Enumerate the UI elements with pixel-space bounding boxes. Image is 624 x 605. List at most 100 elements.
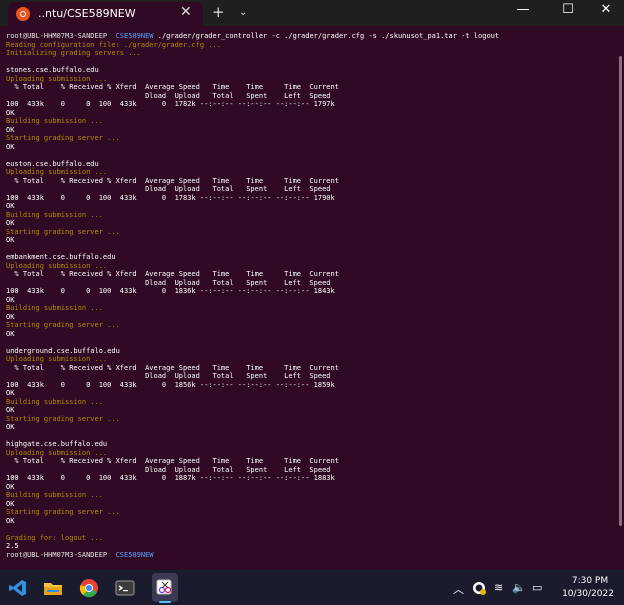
terminal-text: 100 433k 0 0 100 433k 0 1887k --:--:-- -… (6, 474, 335, 482)
active-app-indicator (159, 601, 171, 603)
terminal-line: underground.cse.buffalo.edu (6, 347, 499, 356)
terminal-text: Dload Upload Total Spent Left Speed (6, 465, 331, 474)
terminal-text: OK (6, 423, 15, 431)
terminal-text: Building submission ... (6, 304, 103, 312)
terminal-line: root@UBL-HHM07M3-SANDEEP CSE589NEW ./gra… (6, 32, 499, 41)
terminal-text: euston.cse.buffalo.edu (6, 159, 99, 168)
terminal-text: highgate.cse.buffalo.edu (6, 440, 108, 448)
terminal-text: OK (6, 389, 15, 397)
terminal-line: Starting grading server ... (6, 415, 499, 424)
terminal-text: % Total % Received % Xferd Average Speed… (6, 363, 339, 372)
terminal-line: Dload Upload Total Spent Left Speed (6, 372, 499, 381)
terminal-line: Dload Upload Total Spent Left Speed (6, 279, 499, 288)
terminal-line: Reading configuration file: ./grader/gra… (6, 41, 499, 50)
terminal-text: stones.cse.buffalo.edu (6, 66, 99, 74)
terminal-line: Uploading submission ... (6, 449, 499, 458)
file-explorer-icon[interactable] (43, 578, 63, 598)
terminal-line: 100 433k 0 0 100 433k 0 1887k --:--:-- -… (6, 474, 499, 483)
terminal-line: OK (6, 500, 499, 509)
terminal-text: CSE589NEW (107, 550, 154, 559)
terminal-text: OK (6, 329, 15, 338)
terminal-output[interactable]: root@UBL-HHM07M3-SANDEEP CSE589NEW ./gra… (0, 26, 624, 570)
terminal-line: % Total % Received % Xferd Average Speed… (6, 457, 499, 466)
terminal-lines: root@UBL-HHM07M3-SANDEEP CSE589NEW ./gra… (6, 32, 499, 559)
terminal-line: OK (6, 423, 499, 432)
terminal-line: OK (6, 202, 499, 211)
battery-icon[interactable]: ▭ (532, 581, 542, 594)
terminal-text: OK (6, 142, 15, 151)
tab-dropdown-button[interactable]: ⌄ (239, 7, 247, 18)
terminal-text: OK (6, 312, 15, 321)
terminal-text: root@UBL-HHM07M3-SANDEEP (6, 550, 108, 559)
terminal-line: OK (6, 517, 499, 526)
terminal-text: Dload Upload Total Spent Left Speed (6, 372, 331, 380)
terminal-line: Dload Upload Total Spent Left Speed (6, 185, 499, 194)
terminal-text: Uploading submission ... (6, 261, 108, 270)
terminal-text: Uploading submission ... (6, 168, 108, 176)
terminal-line: Building submission ... (6, 491, 499, 500)
chevron-up-icon[interactable]: ︿ (453, 581, 464, 597)
terminal-line: OK (6, 389, 499, 398)
chrome-icon[interactable] (79, 578, 99, 598)
terminal-text: Starting grading server ... (6, 414, 120, 423)
wifi-icon[interactable]: ≋ (494, 581, 503, 594)
new-tab-button[interactable]: + (212, 3, 225, 21)
terminal-line: % Total % Received % Xferd Average Speed… (6, 177, 499, 186)
terminal-line: Initializing grading servers ... (6, 49, 499, 58)
terminal-text: 100 433k 0 0 100 433k 0 1856k --:--:-- -… (6, 380, 335, 389)
terminal-line: OK (6, 109, 499, 118)
terminal-tab[interactable]: ..ntu/CSE589NEW ✕ (8, 2, 203, 26)
title-bar: ..ntu/CSE589NEW ✕ + ⌄ — ☐ ✕ (0, 0, 624, 26)
terminal-line: Building submission ... (6, 398, 499, 407)
terminal-line: Uploading submission ... (6, 75, 499, 84)
terminal-text: embankment.cse.buffalo.edu (6, 253, 116, 261)
terminal-text: OK (6, 516, 15, 525)
terminal-text: OK (6, 499, 15, 508)
terminal-text: % Total % Received % Xferd Average Speed… (6, 270, 339, 278)
terminal-text: Building submission ... (6, 210, 103, 219)
terminal-line: euston.cse.buffalo.edu (6, 160, 499, 169)
terminal-text: Starting grading server ... (6, 134, 120, 142)
terminal-text: Building submission ... (6, 491, 103, 499)
terminal-line: Uploading submission ... (6, 168, 499, 177)
terminal-text: Dload Upload Total Spent Left Speed (6, 91, 331, 100)
snipping-tool-icon[interactable] (155, 578, 175, 598)
terminal-line: OK (6, 236, 499, 245)
terminal-text: Starting grading server ... (6, 508, 120, 516)
terminal-icon[interactable] (115, 578, 135, 598)
terminal-line: 100 433k 0 0 100 433k 0 1782k --:--:-- -… (6, 100, 499, 109)
maximize-button[interactable]: ☐ (558, 2, 578, 17)
clock-date[interactable]: 10/30/2022 (556, 589, 620, 599)
scrollbar[interactable] (619, 56, 622, 526)
terminal-text: OK (6, 202, 15, 210)
terminal-text: % Total % Received % Xferd Average Speed… (6, 83, 339, 91)
volume-icon[interactable]: 🔈 (512, 581, 526, 594)
tab-title: ..ntu/CSE589NEW (38, 7, 136, 20)
tab-close-button[interactable]: ✕ (180, 4, 192, 20)
terminal-line: Starting grading server ... (6, 228, 499, 237)
terminal-text: 100 433k 0 0 100 433k 0 1783k --:--:-- -… (6, 193, 335, 202)
terminal-text: underground.cse.buffalo.edu (6, 346, 120, 355)
terminal-text: Uploading submission ... (6, 355, 108, 363)
terminal-line: OK (6, 483, 499, 492)
terminal-line: % Total % Received % Xferd Average Speed… (6, 364, 499, 373)
terminal-text: root@UBL-HHM07M3-SANDEEP (6, 32, 108, 40)
clock-time[interactable]: 7:30 PM (560, 576, 620, 586)
terminal-text: Reading configuration file: ./grader/gra… (6, 40, 221, 49)
terminal-line: Building submission ... (6, 117, 499, 126)
terminal-line: 100 433k 0 0 100 433k 0 1783k --:--:-- -… (6, 194, 499, 203)
terminal-text: OK (6, 125, 15, 134)
close-button[interactable]: ✕ (596, 2, 616, 17)
terminal-text: % Total % Received % Xferd Average Speed… (6, 457, 339, 465)
vscode-icon[interactable] (8, 578, 28, 598)
network-status-icon[interactable] (472, 581, 486, 595)
terminal-text: OK (6, 406, 15, 414)
terminal-line: % Total % Received % Xferd Average Speed… (6, 270, 499, 279)
terminal-line: 100 433k 0 0 100 433k 0 1856k --:--:-- -… (6, 381, 499, 390)
ubuntu-icon (16, 7, 30, 21)
minimize-button[interactable]: — (513, 2, 533, 17)
